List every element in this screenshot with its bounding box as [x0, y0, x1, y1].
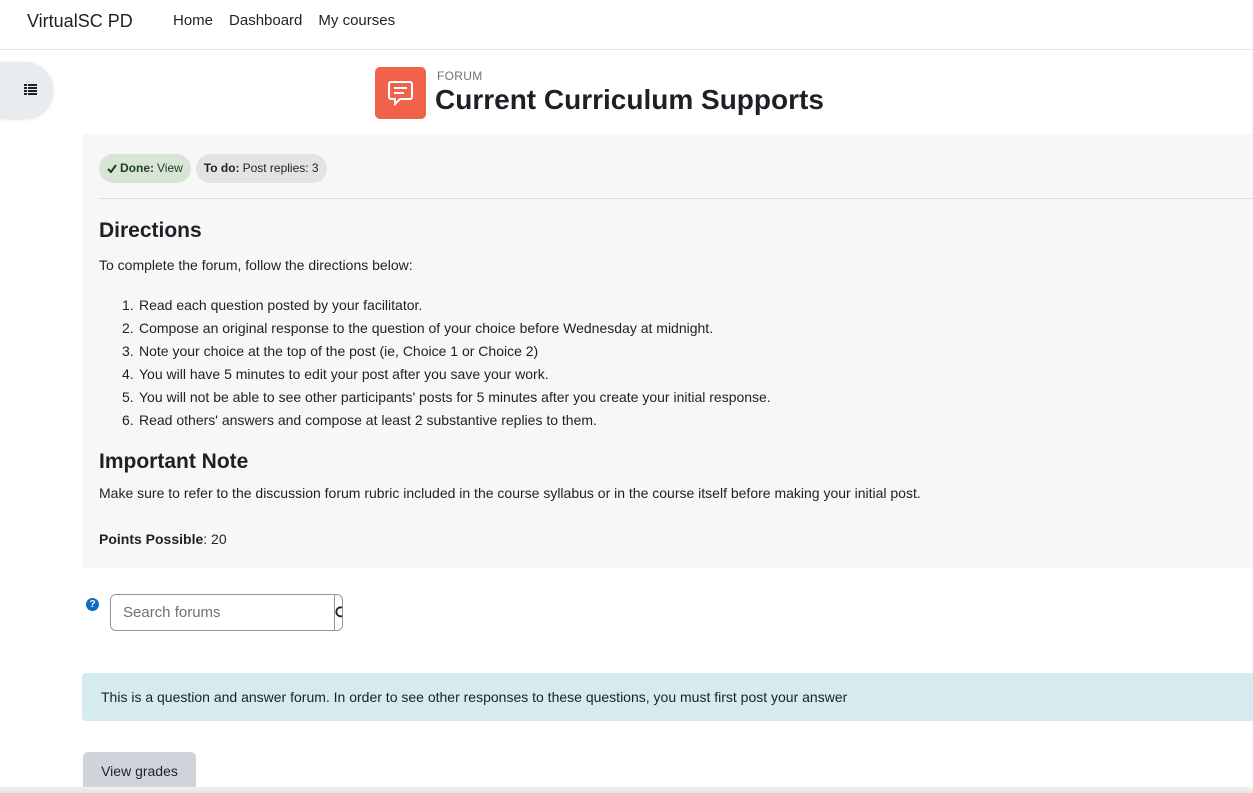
- list-icon: [24, 84, 37, 95]
- search-forums-input[interactable]: [111, 595, 334, 630]
- search-forums-group: [110, 594, 343, 631]
- top-navbar: VirtualSC PD Home Dashboard My courses: [0, 0, 1253, 50]
- primary-navigation: Home Dashboard My courses: [173, 12, 395, 29]
- directions-text: To complete the forum, follow the direct…: [99, 257, 413, 273]
- completion-done-badge: Done: View: [99, 154, 191, 183]
- list-item: 3. Note your choice at the top of the pos…: [122, 343, 539, 359]
- list-item: 1. Read each question posted by your faci…: [122, 297, 423, 313]
- list-item: 4. You will have 5 minutes to edit your p…: [122, 366, 549, 382]
- list-item: 5. You will not be able to see other part…: [122, 389, 771, 405]
- page-title: Current Curriculum Supports: [435, 84, 824, 115]
- directions-heading: Directions: [99, 219, 202, 242]
- check-icon: [107, 164, 117, 173]
- activity-description: Done: View To do: Post replies: 3 Direct…: [82, 134, 1253, 568]
- divider: [99, 198, 1253, 199]
- completion-requirements: Done: View To do: Post replies: 3: [99, 154, 327, 183]
- todo-label: To do:: [203, 161, 240, 175]
- nav-home-link[interactable]: Home: [173, 12, 213, 29]
- search-icon: [335, 605, 342, 617]
- search-button[interactable]: [334, 595, 342, 630]
- list-item: 6. Read others' answers and compose at le…: [122, 412, 597, 428]
- forum-icon: [388, 81, 413, 106]
- help-icon[interactable]: ?: [86, 598, 99, 611]
- nav-dashboard-link[interactable]: Dashboard: [229, 12, 302, 29]
- list-item: 2. Compose an original response to the qu…: [122, 320, 714, 336]
- points-label: Points Possible: [99, 531, 204, 547]
- page-footer-edge: [0, 787, 1253, 793]
- important-note-text: Make sure to refer to the discussion for…: [99, 485, 921, 501]
- directions-list: 1. Read each question posted by your faci…: [99, 297, 771, 435]
- done-label: Done:: [120, 161, 154, 175]
- forum-activity-icon: [375, 67, 426, 119]
- completion-todo-badge: To do: Post replies: 3: [195, 154, 327, 183]
- course-index-toggle[interactable]: [0, 62, 53, 118]
- points-possible: Points Possible: 20: [99, 531, 227, 547]
- nav-my-courses-link[interactable]: My courses: [318, 12, 395, 29]
- important-note-heading: Important Note: [99, 450, 249, 473]
- site-brand[interactable]: VirtualSC PD: [27, 11, 133, 32]
- qanda-info-alert: This is a question and answer forum. In …: [82, 673, 1253, 721]
- activity-type-label: FORUM: [437, 69, 483, 83]
- done-value: View: [157, 161, 183, 175]
- points-value: : 20: [203, 531, 227, 547]
- todo-value: Post replies: 3: [242, 161, 319, 175]
- view-grades-button[interactable]: View grades: [83, 752, 196, 791]
